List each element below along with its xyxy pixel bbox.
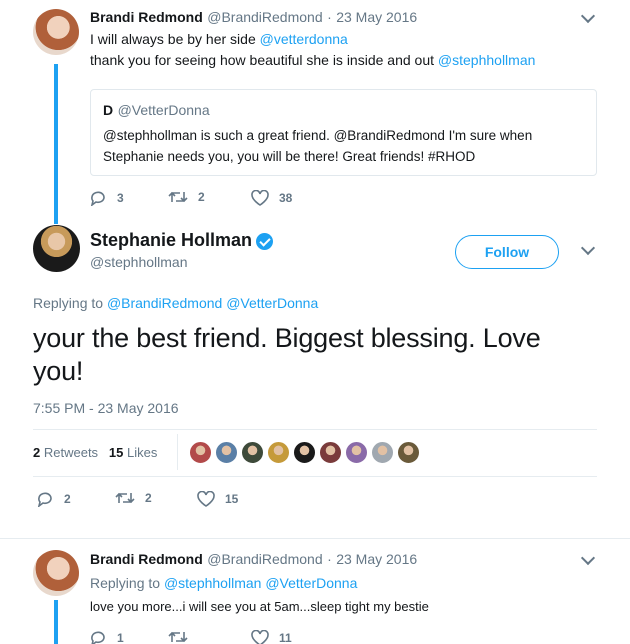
tweet-stats: 2 Retweets 15 Likes: [33, 445, 157, 460]
like-button[interactable]: 38: [251, 190, 292, 206]
liker-avatar[interactable]: [397, 441, 420, 464]
tweet-text: your the best friend. Biggest blessing. …: [33, 322, 541, 388]
liker-avatar[interactable]: [189, 441, 212, 464]
like-button[interactable]: 15: [197, 491, 238, 507]
liker-avatar[interactable]: [215, 441, 238, 464]
heart-icon: [197, 491, 215, 507]
liker-avatar[interactable]: [293, 441, 316, 464]
tweet-text-line: your the best friend. Biggest blessing. …: [33, 323, 541, 353]
mention-link[interactable]: @stephhollman: [438, 52, 536, 68]
avatar[interactable]: [33, 225, 80, 272]
author-handle[interactable]: @BrandiRedmond: [207, 9, 322, 25]
reply-icon: [37, 492, 52, 507]
retweet-icon: [115, 492, 135, 504]
divider: [33, 429, 597, 430]
follow-button[interactable]: Follow: [455, 235, 559, 269]
heart-icon: [251, 190, 269, 206]
tweet-header: Brandi Redmond @BrandiRedmond · 23 May 2…: [90, 9, 417, 27]
like-button[interactable]: 11: [251, 630, 292, 644]
replying-mentions[interactable]: @BrandiRedmond @VetterDonna: [107, 295, 318, 311]
retweet-icon: [168, 631, 188, 643]
divider: [33, 476, 597, 477]
author-name[interactable]: Brandi Redmond: [90, 9, 203, 25]
avatar[interactable]: [33, 550, 79, 596]
liker-avatar[interactable]: [319, 441, 342, 464]
reply-count: 2: [64, 492, 71, 506]
thread-line-top: [54, 64, 58, 224]
tweet-header: Brandi Redmond @BrandiRedmond · 23 May 2…: [90, 551, 417, 569]
like-count: 38: [279, 191, 293, 205]
retweet-button[interactable]: 2: [168, 190, 205, 204]
reply-count: 3: [117, 191, 124, 205]
tweet-date[interactable]: 23 May 2016: [336, 551, 417, 567]
like-count: 15: [225, 492, 239, 506]
tweet-text: I will always be by her side @vetterdonn…: [90, 29, 535, 71]
reply-button[interactable]: 2: [37, 491, 71, 507]
author-handle[interactable]: @BrandiRedmond: [207, 551, 322, 567]
likes-stat-label: Likes: [127, 445, 158, 460]
chevron-down-icon[interactable]: [580, 550, 596, 566]
liker-avatars: [189, 441, 420, 464]
reply-button[interactable]: 3: [90, 190, 124, 206]
reply-icon: [90, 191, 105, 206]
tweet-date[interactable]: 23 May 2016: [336, 9, 417, 25]
separator-dot: ·: [327, 551, 332, 567]
likes-stat[interactable]: 15 Likes: [109, 445, 157, 460]
verified-badge-icon: [256, 233, 274, 251]
retweet-count: 2: [145, 491, 152, 505]
like-count: 11: [279, 631, 292, 644]
heart-icon: [251, 630, 269, 644]
retweets-stat[interactable]: 2 Retweets: [33, 445, 98, 460]
author-handle[interactable]: @stephhollman: [90, 254, 188, 270]
tweet-text-line: I will always be by her side: [90, 31, 256, 47]
liker-avatar[interactable]: [345, 441, 368, 464]
quoted-text-line: @stephhollman is such a great friend. @B…: [103, 128, 533, 143]
reply-count: 1: [117, 631, 124, 644]
retweets-stat-label: Retweets: [43, 445, 99, 460]
liker-avatar[interactable]: [267, 441, 290, 464]
replying-to: Replying to @stephhollman @VetterDonna: [90, 573, 357, 594]
retweet-count: 2: [198, 190, 205, 204]
replying-label: Replying to: [33, 295, 104, 311]
author-name[interactable]: Brandi Redmond: [90, 551, 203, 567]
replying-label: Replying to: [90, 575, 161, 591]
tweet-text: love you more...i will see you at 5am...…: [90, 599, 429, 614]
replying-to: Replying to @BrandiRedmond @VetterDonna: [33, 293, 318, 314]
quoted-text-line: Stephanie needs you, you will be there! …: [103, 149, 476, 164]
reply-icon: [91, 631, 105, 644]
retweets-stat-count: 2: [33, 445, 41, 460]
author-name[interactable]: Stephanie Hollman: [90, 230, 252, 250]
thread-line-bottom: [54, 600, 58, 644]
retweet-button[interactable]: 2: [115, 491, 152, 505]
replying-mentions[interactable]: @stephhollman @VetterDonna: [164, 575, 357, 591]
avatar[interactable]: [33, 9, 79, 55]
likes-stat-count: 15: [108, 445, 124, 460]
quoted-author-name: D: [103, 102, 114, 118]
mention-link[interactable]: @vetterdonna: [260, 31, 348, 47]
reply-button[interactable]: 1: [90, 630, 124, 644]
tweet-text-line: thank you for seeing how beautiful she i…: [90, 52, 435, 68]
liker-avatar[interactable]: [241, 441, 264, 464]
quoted-tweet[interactable]: D @VetterDonna @stephhollman is such a g…: [90, 89, 597, 176]
quoted-author-handle: @VetterDonna: [117, 102, 210, 118]
liker-avatar[interactable]: [371, 441, 394, 464]
tweet-timestamp[interactable]: 7:55 PM - 23 May 2016: [33, 400, 179, 416]
retweet-button[interactable]: [168, 630, 188, 644]
tweet-text-line: you!: [33, 356, 84, 386]
divider: [0, 538, 630, 539]
retweet-icon: [168, 191, 188, 203]
stats-divider: [177, 434, 178, 470]
separator-dot: ·: [327, 9, 332, 25]
chevron-down-icon[interactable]: [580, 8, 596, 24]
chevron-down-icon[interactable]: [580, 240, 596, 256]
